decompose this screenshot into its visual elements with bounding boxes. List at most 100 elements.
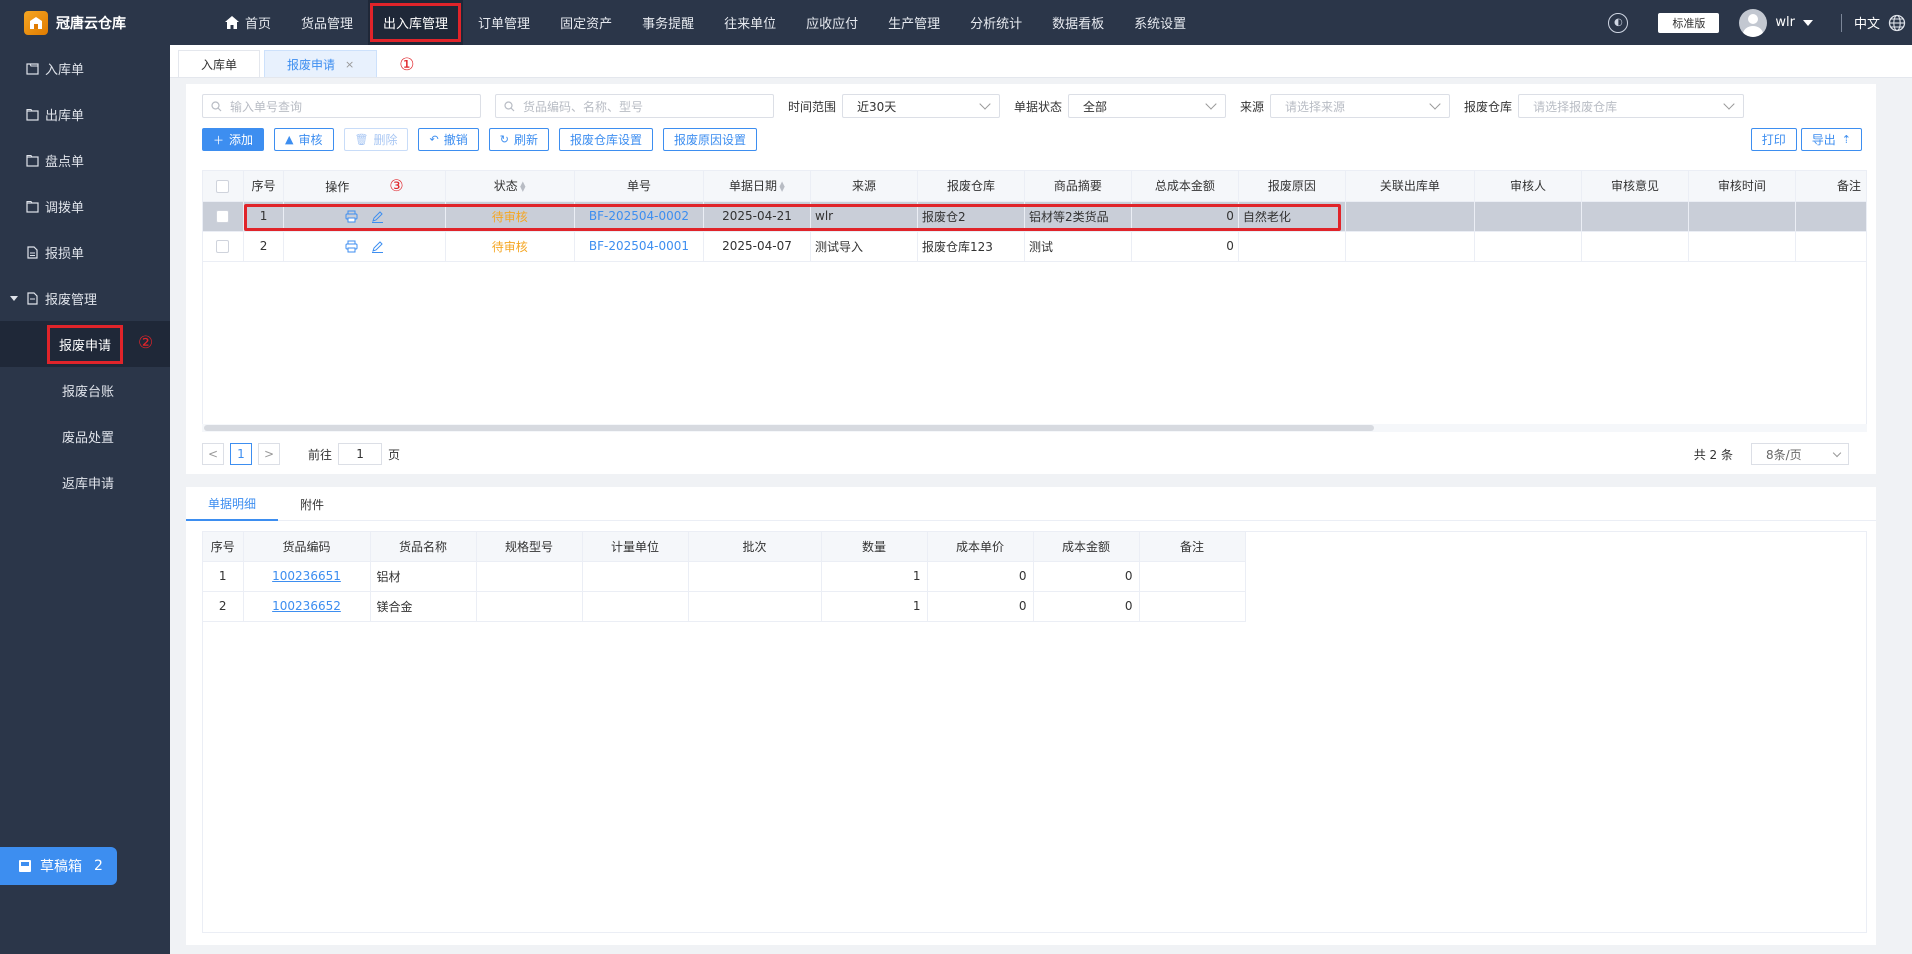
table-row[interactable]: 2 待审核 BF-202504-0001 2025-04-07 测试导入 报废仓… — [203, 231, 1866, 262]
edit-icon[interactable] — [371, 240, 384, 253]
next-page-button[interactable]: > — [258, 443, 280, 465]
cell-warehouse: 报废仓2 — [917, 201, 1025, 232]
add-button[interactable]: ＋ 添加 — [202, 128, 265, 151]
cell-spec — [476, 561, 583, 592]
goto-label: 前往 — [308, 447, 333, 462]
globe-icon[interactable] — [1888, 14, 1906, 32]
sidebar-item-scrap-ledger[interactable]: 报废台账 — [0, 367, 170, 413]
tab-attachments[interactable]: 附件 — [278, 487, 346, 521]
column-header: 货品名称 — [370, 532, 477, 562]
nav-settings[interactable]: 系统设置 — [1119, 0, 1201, 45]
logo-icon — [24, 10, 48, 35]
nav-orders[interactable]: 订单管理 — [463, 0, 545, 45]
detail-panel: 序号 货品编码 货品名称 规格型号 计量单位 批次 数量 成本单价 成本金额 备… — [186, 521, 1876, 945]
select-all[interactable] — [203, 171, 244, 202]
sidebar-group-scrap[interactable]: 报废管理 — [0, 275, 170, 321]
page-1-button[interactable]: 1 — [230, 443, 252, 465]
sidebar-item-scrap-request[interactable]: 报废申请 ② — [0, 321, 170, 367]
sidebar-item-outbound[interactable]: 出库单 — [0, 91, 170, 137]
annotation-1: ① — [399, 55, 415, 75]
print-button[interactable]: 打印 — [1750, 128, 1797, 151]
nav-reminders[interactable]: 事务提醒 — [627, 0, 709, 45]
nav-goods[interactable]: 货品管理 — [286, 0, 368, 45]
cell-doc-link[interactable]: BF-202504-0001 — [574, 231, 705, 262]
row-select[interactable] — [203, 231, 244, 262]
edit-icon[interactable] — [371, 210, 384, 223]
nav-production[interactable]: 生产管理 — [873, 0, 955, 45]
logo[interactable]: 冠唐云仓库 — [0, 0, 170, 45]
theme-icon[interactable]: ◐ — [1608, 12, 1629, 33]
nav-finance[interactable]: 应收应付 — [791, 0, 873, 45]
nav-inout[interactable]: 出入库管理 — [368, 0, 464, 45]
placeholder: 请选择来源 — [1285, 99, 1346, 114]
sidebar-item-waste-disposal[interactable]: 废品处置 — [0, 413, 170, 459]
tab-detail[interactable]: 单据明细 — [186, 487, 279, 521]
doc-search-input[interactable]: 输入单号查询 — [202, 94, 481, 118]
warehouse-select[interactable]: 请选择报废仓库 — [1518, 94, 1745, 118]
column-header-status[interactable]: 状态 ▲ ▼ — [445, 171, 575, 202]
sidebar-item-inbound[interactable]: 入库单 — [0, 45, 170, 91]
print-icon[interactable] — [345, 240, 358, 253]
nav-partners[interactable]: 往来单位 — [709, 0, 791, 45]
source-select[interactable]: 请选择来源 — [1270, 94, 1451, 118]
sidebar-item-damage[interactable]: 报损单 — [0, 229, 170, 275]
column-header: 成本单价 — [927, 532, 1034, 562]
avatar[interactable] — [1739, 8, 1768, 37]
scrollbar-thumb[interactable] — [204, 425, 1374, 431]
goto-page-input[interactable]: 1 — [338, 443, 383, 465]
revoke-button[interactable]: ↶ 撤销 — [418, 128, 479, 151]
user-name[interactable]: wlr — [1775, 15, 1795, 30]
print-icon[interactable] — [345, 210, 358, 223]
draft-box-button[interactable]: 草稿箱 2 — [0, 847, 117, 885]
sidebar-item-return-request[interactable]: 返库申请 — [0, 459, 170, 505]
cell-summary: 铝材等2类货品 — [1024, 201, 1132, 232]
trash-icon: 🗑 — [354, 133, 369, 146]
language-switch[interactable]: 中文 — [1854, 13, 1880, 32]
export-button[interactable]: 导出 ⇡ — [1800, 128, 1862, 151]
folder-icon — [26, 154, 39, 167]
button-label: 添加 — [229, 133, 254, 147]
cell-goods-code-link[interactable]: 100236651 — [243, 561, 371, 592]
table-row[interactable]: 1 待审核 BF-202504-0002 2025-04-21 wlr 报废仓2… — [203, 201, 1866, 232]
tab-inbound[interactable]: 入库单 — [178, 50, 261, 77]
toolbar-right: 打印 导出 ⇡ — [1747, 128, 1862, 151]
sort-icon[interactable]: ▲ ▼ — [520, 180, 526, 192]
nav-assets[interactable]: 固定资产 — [545, 0, 627, 45]
prev-page-button[interactable]: < — [202, 443, 224, 465]
nav-home[interactable]: 首页 — [210, 0, 286, 45]
cell-reason — [1238, 231, 1346, 262]
cell-date: 2025-04-07 — [703, 231, 811, 262]
column-header: 序号 — [203, 532, 244, 562]
audit-button[interactable]: ▲ 审核 — [274, 128, 334, 151]
chevron-down-icon[interactable] — [1802, 19, 1813, 26]
cell-warehouse: 报废仓库123 — [917, 231, 1025, 262]
annotation-3: ③ — [389, 176, 404, 196]
refresh-button[interactable]: ↻ 刷新 — [488, 128, 549, 151]
sort-icon[interactable]: ▲ ▼ — [779, 180, 785, 192]
cell-auditor — [1474, 231, 1582, 262]
cell-doc-link[interactable]: BF-202504-0002 — [574, 201, 705, 232]
delete-button[interactable]: 🗑 删除 — [343, 128, 409, 151]
time-range-select[interactable]: 近30天 — [842, 94, 1001, 118]
nav-dashboard[interactable]: 数据看板 — [1037, 0, 1119, 45]
tab-scrap-request[interactable]: 报废申请 × — [264, 50, 378, 77]
column-header-date[interactable]: 单据日期 ▲ ▼ — [703, 171, 811, 202]
page-size-select[interactable]: 8条/页 — [1751, 443, 1849, 465]
status-select[interactable]: 全部 — [1068, 94, 1227, 118]
checkbox[interactable] — [216, 179, 230, 193]
goods-search-input[interactable]: 货品编码、名称、型号 — [495, 94, 774, 118]
reason-settings-button[interactable]: 报废原因设置 — [662, 128, 757, 151]
horizontal-scrollbar[interactable] — [202, 424, 1867, 432]
sidebar-item-stocktake[interactable]: 盘点单 — [0, 137, 170, 183]
cell-date: 2025-04-21 — [703, 201, 811, 232]
cell-goods-code-link[interactable]: 100236652 — [243, 591, 371, 622]
edition-badge[interactable]: 标准版 — [1658, 12, 1720, 33]
warehouse-settings-button[interactable]: 报废仓库设置 — [558, 128, 653, 151]
close-icon[interactable]: × — [345, 58, 354, 71]
row-select[interactable] — [203, 201, 244, 232]
page-tabs: 入库单 报废申请 × ① — [170, 45, 1912, 78]
nav-analytics[interactable]: 分析统计 — [955, 0, 1037, 45]
sidebar-item-transfer[interactable]: 调拨单 — [0, 183, 170, 229]
checkbox[interactable] — [216, 240, 230, 253]
checkbox[interactable] — [216, 210, 230, 223]
